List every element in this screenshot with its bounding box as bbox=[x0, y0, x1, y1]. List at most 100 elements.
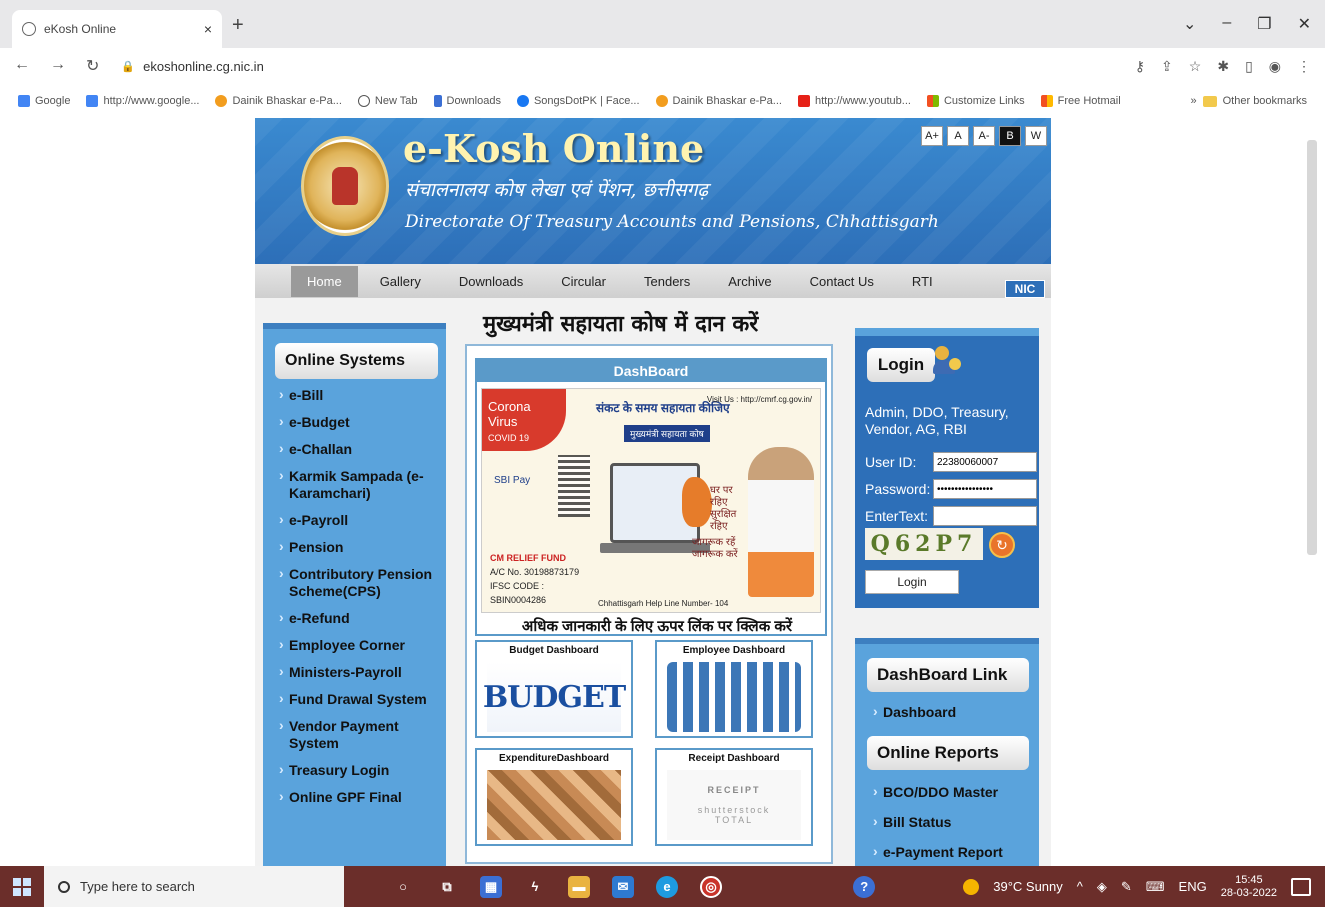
nav-circular[interactable]: Circular bbox=[561, 268, 606, 295]
sidepanel-icon[interactable]: ▯ bbox=[1245, 58, 1253, 75]
chevron-up-icon[interactable]: ^ bbox=[1077, 879, 1083, 894]
clock[interactable]: 15:45 28-03-2022 bbox=[1221, 874, 1277, 900]
font-normal-button[interactable]: A bbox=[947, 126, 969, 146]
link-bco-ddo-master[interactable]: BCO/DDO Master bbox=[873, 783, 998, 800]
close-window-icon[interactable]: ✕ bbox=[1298, 14, 1311, 34]
password-input[interactable] bbox=[933, 479, 1037, 499]
cm-relief-heading[interactable]: मुख्यमंत्री सहायता कोष में दान करें bbox=[483, 308, 758, 338]
network-icon[interactable]: ◈ bbox=[1097, 879, 1107, 895]
forward-icon[interactable]: → bbox=[50, 56, 66, 76]
restore-icon[interactable]: ❐ bbox=[1257, 14, 1271, 34]
cortana-icon[interactable]: ○ bbox=[392, 876, 414, 898]
bookmark-item[interactable]: SongsDotPK | Face... bbox=[516, 95, 640, 107]
theme-black-button[interactable]: B bbox=[999, 126, 1021, 146]
nav-archive[interactable]: Archive bbox=[728, 268, 771, 295]
taskbar-search[interactable]: Type here to search bbox=[44, 866, 344, 907]
chevron-icon: » bbox=[1190, 95, 1197, 107]
tab-title: eKosh Online bbox=[44, 22, 117, 36]
nav-rti[interactable]: RTI bbox=[912, 268, 933, 295]
key-icon[interactable]: ⚷ bbox=[1135, 58, 1145, 75]
tab-search-icon[interactable]: ⌄ bbox=[1183, 14, 1196, 34]
star-icon[interactable]: ☆ bbox=[1189, 58, 1202, 75]
nav-contact-us[interactable]: Contact Us bbox=[810, 268, 874, 295]
profile-icon[interactable]: ◉ bbox=[1269, 58, 1281, 75]
app-icon[interactable]: ▦ bbox=[480, 875, 502, 898]
link-e-bill[interactable]: e-Bill bbox=[279, 386, 442, 404]
new-tab-icon[interactable]: + bbox=[232, 14, 244, 37]
edge-icon[interactable]: e bbox=[656, 875, 678, 898]
minimize-icon[interactable]: – bbox=[1222, 14, 1231, 34]
refresh-captcha-icon[interactable]: ↻ bbox=[989, 532, 1015, 558]
pen-icon[interactable]: ✎ bbox=[1121, 879, 1132, 895]
back-icon[interactable]: ← bbox=[14, 56, 30, 76]
login-roles: Admin, DDO, Treasury, Vendor, AG, RBI bbox=[865, 404, 1009, 437]
link-e-challan[interactable]: e-Challan bbox=[279, 440, 442, 458]
winamp-icon[interactable]: ϟ bbox=[524, 876, 546, 898]
notification-icon[interactable] bbox=[1291, 877, 1311, 896]
page-scrollbar[interactable] bbox=[1307, 140, 1317, 555]
menu-icon[interactable]: ⋮ bbox=[1297, 58, 1311, 75]
nav-home[interactable]: Home bbox=[291, 265, 358, 297]
sbi-pay-logo: SBI Pay bbox=[494, 475, 531, 486]
share-icon[interactable]: ⇪ bbox=[1161, 58, 1173, 75]
link-cps[interactable]: Contributory Pension Scheme(CPS) bbox=[279, 565, 442, 600]
bookmark-item[interactable]: Free Hotmail bbox=[1040, 95, 1121, 107]
language-indicator[interactable]: ENG bbox=[1179, 879, 1207, 894]
login-button[interactable]: Login bbox=[865, 570, 959, 594]
font-decrease-button[interactable]: A- bbox=[973, 126, 995, 146]
bookmark-item[interactable]: http://www.youtub... bbox=[797, 95, 911, 107]
reload-icon[interactable]: ↻ bbox=[86, 56, 99, 76]
close-tab-icon[interactable]: × bbox=[204, 21, 212, 37]
link-treasury-login[interactable]: Treasury Login bbox=[279, 761, 442, 779]
keyboard-icon[interactable]: ⌨ bbox=[1146, 879, 1165, 895]
other-bookmarks[interactable]: » Other bookmarks bbox=[1191, 95, 1308, 107]
site-title: e-Kosh Online bbox=[403, 126, 705, 171]
link-e-budget[interactable]: e-Budget bbox=[279, 413, 442, 431]
nic-logo[interactable]: NIC bbox=[1005, 280, 1045, 298]
browser-tab[interactable]: eKosh Online × bbox=[12, 10, 222, 48]
theme-white-button[interactable]: W bbox=[1025, 126, 1047, 146]
cm-relief-poster[interactable]: Corona Virus COVID 19 संकट के समय सहायता … bbox=[481, 388, 821, 613]
help-icon[interactable]: ? bbox=[853, 875, 876, 898]
extensions-icon[interactable]: ✱ bbox=[1217, 58, 1229, 75]
link-dashboard[interactable]: Dashboard bbox=[873, 703, 956, 720]
bookmark-item[interactable]: Dainik Bhaskar e-Pa... bbox=[215, 95, 342, 107]
bookmark-item[interactable]: Dainik Bhaskar e-Pa... bbox=[655, 95, 782, 107]
link-online-gpf-final[interactable]: Online GPF Final bbox=[279, 788, 442, 806]
link-bill-status[interactable]: Bill Status bbox=[873, 813, 951, 830]
user-id-input[interactable] bbox=[933, 452, 1037, 472]
nav-gallery[interactable]: Gallery bbox=[380, 268, 421, 295]
windows-icon bbox=[13, 877, 31, 896]
link-e-payment-report[interactable]: e-Payment Report bbox=[873, 843, 1003, 860]
expenditure-dashboard-tile[interactable]: ExpenditureDashboard bbox=[475, 748, 633, 846]
captcha-input[interactable] bbox=[933, 506, 1037, 526]
bookmark-item[interactable]: New Tab bbox=[357, 95, 418, 107]
nav-downloads[interactable]: Downloads bbox=[459, 268, 523, 295]
mail-icon[interactable]: ✉ bbox=[612, 875, 634, 898]
task-view-icon[interactable]: ⧉ bbox=[436, 876, 458, 898]
link-vendor-payment[interactable]: Vendor Payment System bbox=[279, 717, 442, 752]
weather-text[interactable]: 39°C Sunny bbox=[993, 879, 1063, 894]
bookmark-item[interactable]: Customize Links bbox=[926, 95, 1025, 107]
start-button[interactable] bbox=[0, 866, 44, 907]
budget-dashboard-tile[interactable]: Budget Dashboard BUDGET bbox=[475, 640, 633, 738]
link-e-payroll[interactable]: e-Payroll bbox=[279, 511, 442, 529]
chrome-icon[interactable]: ◎ bbox=[700, 875, 722, 898]
bookmark-item[interactable]: http://www.google... bbox=[86, 95, 199, 107]
receipt-dashboard-tile[interactable]: Receipt Dashboard RECEIPT shutterstock T… bbox=[655, 748, 813, 846]
bookmark-item[interactable]: Downloads bbox=[433, 95, 501, 107]
link-pension[interactable]: Pension bbox=[279, 538, 442, 556]
employee-dashboard-tile[interactable]: Employee Dashboard bbox=[655, 640, 813, 738]
link-karmik-sampada[interactable]: Karmik Sampada (e-Karamchari) bbox=[279, 467, 442, 502]
link-employee-corner[interactable]: Employee Corner bbox=[279, 636, 442, 654]
link-fund-drawal[interactable]: Fund Drawal System bbox=[279, 690, 442, 708]
bookmark-item[interactable]: Google bbox=[18, 95, 70, 107]
link-e-refund[interactable]: e-Refund bbox=[279, 609, 442, 627]
link-ministers-payroll[interactable]: Ministers-Payroll bbox=[279, 663, 442, 681]
main-nav: Home Gallery Downloads Circular Tenders … bbox=[255, 264, 1051, 298]
lock-icon[interactable]: 🔒 bbox=[121, 60, 135, 73]
url-field[interactable]: ekoshonline.cg.nic.in bbox=[143, 59, 264, 74]
file-explorer-icon[interactable]: ▬ bbox=[568, 875, 590, 898]
font-increase-button[interactable]: A+ bbox=[921, 126, 943, 146]
nav-tenders[interactable]: Tenders bbox=[644, 268, 690, 295]
